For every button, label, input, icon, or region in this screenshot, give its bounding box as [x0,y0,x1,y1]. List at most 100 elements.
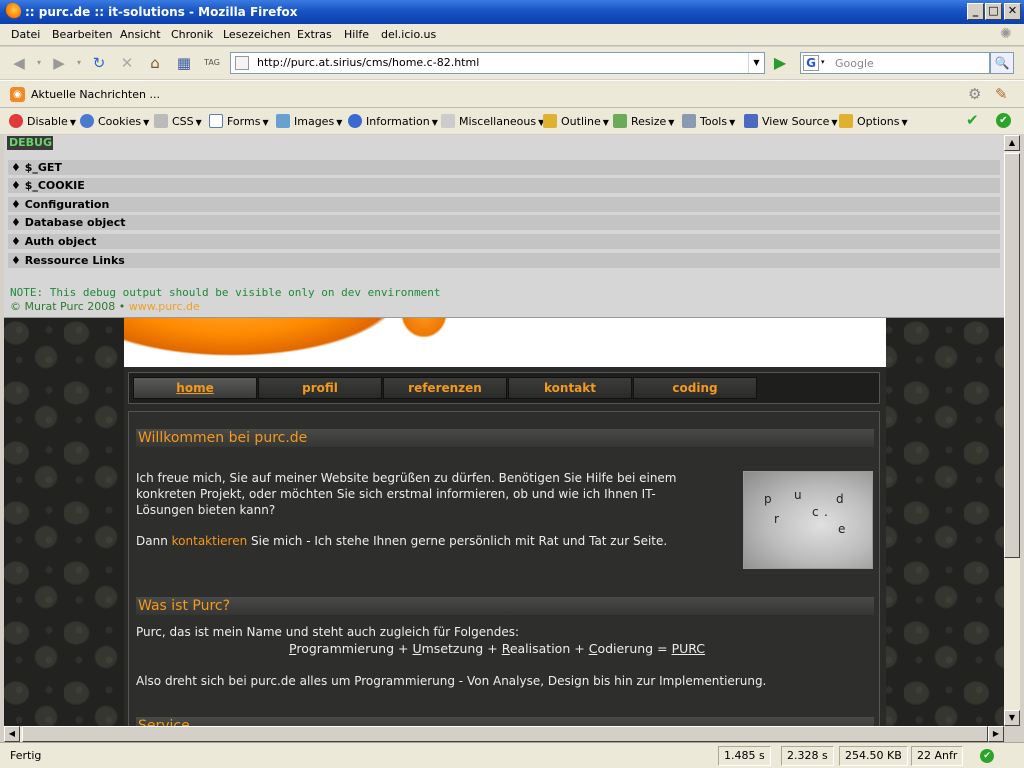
purc-intro: Purc, das ist mein Name und steht auch z… [136,625,520,639]
forward-menu-icon[interactable]: ▾ [70,54,88,72]
page-info-icon[interactable]: ▦ [175,54,193,72]
forms-icon [209,114,223,128]
go-button[interactable]: ▶ [770,53,790,73]
outline-pencil-icon [543,114,557,128]
information-icon [348,114,362,128]
options-key-icon [839,114,853,128]
contact-link[interactable]: kontaktieren [172,534,248,548]
puzzle-image: p u r c . d e [743,471,873,569]
forward-icon[interactable]: ▶ [50,54,68,72]
nav-tab-kontakt[interactable]: kontakt [508,377,632,399]
tag-icon[interactable]: TAG [203,54,221,72]
main-content: Willkommen bei purc.de Ich freue mich, S… [128,411,880,726]
dev-outline[interactable]: Outline ▼ [543,114,609,128]
dev-resize[interactable]: Resize ▼ [613,114,674,128]
web-developer-toolbar: Disable ▼ Cookies ▼ CSS ▼ Forms ▼ Images ▼ In… [0,108,1024,134]
vertical-scrollbar[interactable]: ▲ ▼ [1004,135,1020,726]
menu-datei[interactable]: Datei [11,28,40,41]
debug-row-database[interactable]: ♦ Database object [8,215,1000,230]
menu-bearbeiten[interactable]: Bearbeiten [52,28,112,41]
url-bar[interactable]: http://purc.at.sirius/cms/home.c-82.html… [230,52,765,74]
reload-icon[interactable]: ↻ [90,54,108,72]
dev-information[interactable]: Information ▼ [348,114,438,128]
scroll-left-button[interactable]: ◀ [4,726,20,742]
dev-options[interactable]: Options ▼ [839,114,908,128]
scroll-right-button[interactable]: ▶ [988,726,1004,742]
welcome-paragraph: Ich freue mich, Sie auf meiner Website b… [136,471,677,517]
dev-disable[interactable]: Disable ▼ [9,114,76,128]
debug-row-configuration[interactable]: ♦ Configuration [8,197,1000,212]
cookies-icon [80,114,94,128]
scroll-down-button[interactable]: ▼ [1004,710,1020,726]
google-engine-icon[interactable]: G [803,55,819,71]
url-dropdown-icon[interactable]: ▼ [748,53,764,73]
menu-ansicht[interactable]: Ansicht [120,28,161,41]
status-ok-icon[interactable]: ✔ [996,113,1011,128]
dev-tools[interactable]: Tools ▼ [682,114,735,128]
engine-dropdown-icon[interactable]: ▾ [821,58,825,66]
dev-forms[interactable]: Forms ▼ [209,114,269,128]
validation-check-icon[interactable]: ✔ [966,111,979,129]
horizontal-scroll-thumb[interactable] [22,726,988,742]
vertical-scroll-thumb[interactable] [1004,153,1020,558]
dev-miscellaneous[interactable]: Miscellaneous ▼ [441,114,544,128]
settings-gear-icon[interactable]: ⚙ [968,85,981,103]
status-size: 254.50 KB [839,746,908,766]
nav-tab-referenzen[interactable]: referenzen [383,377,507,399]
debug-note: NOTE: This debug output should be visibl… [10,286,441,299]
nav-tab-profil[interactable]: profil [258,377,382,399]
purc-website-link[interactable]: www.purc.de [129,300,200,313]
menu-extras[interactable]: Extras [297,28,332,41]
url-text[interactable]: http://purc.at.sirius/cms/home.c-82.html [257,56,479,69]
purc-acronym: Programmierung + Umsetzung + Realisation… [289,641,706,656]
debug-panel: DEBUG ♦ $_GET ♦ $_COOKIE ♦ Configuration… [4,135,1004,318]
search-placeholder[interactable]: Google [835,57,874,70]
status-time-2: 2.328 s [781,746,834,766]
dev-cookies[interactable]: Cookies ▼ [80,114,149,128]
status-time-1: 1.485 s [718,746,771,766]
nav-tab-coding[interactable]: coding [633,377,757,399]
close-button[interactable]: ✕ [1004,3,1021,20]
images-icon [276,114,290,128]
css-icon [154,114,168,128]
debug-row-resource-links[interactable]: ♦ Ressource Links [8,253,1000,268]
dev-css[interactable]: CSS ▼ [154,114,202,128]
debug-row-cookie[interactable]: ♦ $_COOKIE [8,178,1000,193]
resize-icon [613,114,627,128]
purc-summary: Also dreht sich bei purc.de alles um Pro… [136,674,767,688]
scroll-up-button[interactable]: ▲ [1004,135,1020,151]
minimize-button[interactable]: _ [967,3,984,20]
menu-lesezeichen[interactable]: Lesezeichen [223,28,291,41]
nav-tab-home[interactable]: home [133,377,257,399]
tools-wrench-icon [682,114,696,128]
debug-row-auth[interactable]: ♦ Auth object [8,234,1000,249]
back-icon[interactable]: ◀ [10,54,28,72]
dev-view-source[interactable]: View Source ▼ [744,114,838,128]
status-ok-check-icon[interactable]: ✔ [980,749,994,763]
section-title-purc: Was ist Purc? [136,597,874,615]
back-menu-icon[interactable]: ▾ [30,54,48,72]
maximize-button[interactable]: □ [985,3,1002,20]
menu-delicious[interactable]: del.icio.us [381,28,436,41]
search-box[interactable]: G ▾ Google [800,52,990,74]
dev-images[interactable]: Images ▼ [276,114,342,128]
menu-hilfe[interactable]: Hilfe [344,28,369,41]
site-nav: home profil referenzen kontakt coding [128,372,880,404]
stop-icon[interactable]: ✕ [118,54,136,72]
contact-paragraph: Dann kontaktieren Sie mich - Ich stehe I… [136,534,668,548]
bookmarks-toolbar: ◉ Aktuelle Nachrichten ... ⚙ ✎ [0,80,1024,108]
search-go-button[interactable]: 🔍 [990,52,1014,74]
status-bar: Fertig 1.485 s 2.328 s 254.50 KB 22 Anfr… [0,742,1024,768]
section-title-service: Service [136,717,874,726]
horizontal-scrollbar[interactable]: ◀ ▶ [4,726,1004,742]
addon-icon[interactable]: ✎ [995,85,1008,103]
section-title-welcome: Willkommen bei purc.de [136,429,874,447]
bookmark-news[interactable]: Aktuelle Nachrichten ... [31,88,160,101]
menu-bar: Datei Bearbeiten Ansicht Chronik Lesezei… [0,24,1024,46]
rss-feed-icon: ◉ [10,87,25,102]
window-title-bar: :: purc.de :: it-solutions - Mozilla Fir… [0,0,1024,24]
debug-row-get[interactable]: ♦ $_GET [8,160,1000,175]
window-title: :: purc.de :: it-solutions - Mozilla Fir… [25,5,298,19]
menu-chronik[interactable]: Chronik [171,28,213,41]
home-icon[interactable]: ⌂ [146,54,164,72]
